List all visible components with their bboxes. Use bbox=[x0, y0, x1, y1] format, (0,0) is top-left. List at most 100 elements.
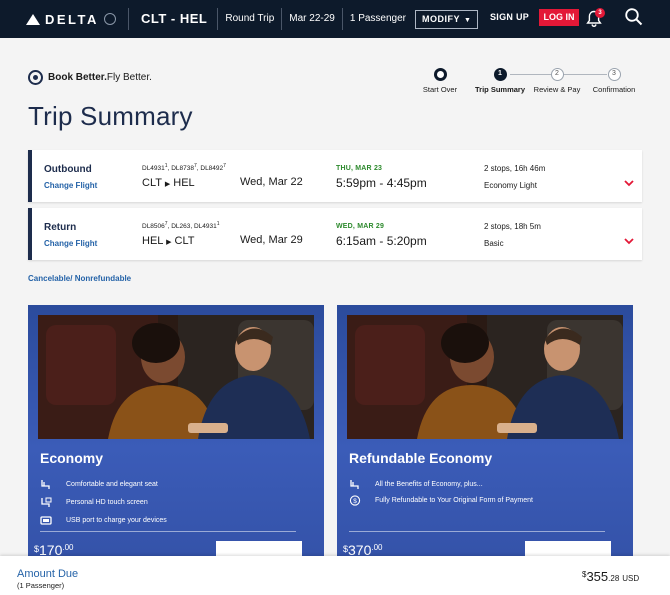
total-cents: .28 bbox=[608, 574, 620, 583]
tagline-bold: Book Better. bbox=[48, 72, 107, 83]
destination-code: HEL bbox=[173, 177, 195, 189]
flight-number: DL4931 bbox=[142, 165, 165, 173]
search-button[interactable] bbox=[624, 7, 644, 27]
fare-divider bbox=[40, 531, 296, 532]
notifications-button[interactable]: 3 bbox=[586, 8, 605, 28]
flight-numbers: DL49311, DL87387, DL84927 bbox=[142, 163, 226, 173]
flight-leg: HEL ▶ CLT bbox=[142, 235, 194, 247]
booking-progress-stepper: Start Over 1 Trip Summary 2 Review & Pay… bbox=[420, 68, 645, 100]
seat-icon bbox=[41, 497, 52, 507]
flight-number: DL8506 bbox=[142, 223, 165, 231]
seat-icon bbox=[41, 480, 50, 489]
modify-label: MODIFY bbox=[422, 13, 461, 24]
page-title: Trip Summary bbox=[28, 101, 193, 131]
departure-date: Wed, Mar 29 bbox=[240, 234, 303, 246]
flight-number-mark: 7 bbox=[223, 163, 226, 169]
price-cents: .00 bbox=[62, 543, 74, 552]
step-number: 1 bbox=[493, 68, 507, 81]
feature-text: All the Benefits of Economy, plus... bbox=[375, 481, 483, 488]
login-button[interactable]: LOG IN bbox=[539, 9, 579, 26]
photo-illustration bbox=[38, 315, 314, 439]
delta-widget-icon bbox=[26, 13, 40, 25]
cabin-class: Basic bbox=[484, 239, 504, 248]
passenger-count: 1 Passenger bbox=[341, 8, 413, 30]
passengers-photo bbox=[347, 315, 623, 439]
fare-feature: $ Fully Refundable to Your Original Form… bbox=[349, 495, 533, 506]
arrival-date: WED, MAR 29 bbox=[336, 223, 385, 230]
tagline-rest: Fly Better. bbox=[106, 72, 152, 83]
amount-due-label[interactable]: Amount Due bbox=[17, 568, 78, 580]
step-label: Confirmation bbox=[592, 85, 636, 94]
departure-date: Wed, Mar 22 bbox=[240, 176, 303, 188]
fare-divider bbox=[349, 531, 605, 532]
flight-numbers: DL85067, DL263, DL49311 bbox=[142, 221, 220, 231]
change-flight-link[interactable]: Change Flight bbox=[44, 181, 97, 190]
signup-link[interactable]: SIGN UP bbox=[490, 12, 529, 22]
skyteam-seal-icon bbox=[103, 13, 116, 25]
brand-name: DELTA bbox=[45, 11, 99, 27]
fare-card-economy: Economy Comfortable and elegant seat Per… bbox=[28, 305, 324, 565]
notification-badge: 3 bbox=[595, 8, 605, 18]
flight-direction: Return bbox=[44, 222, 77, 233]
origin-code: HEL bbox=[142, 235, 163, 247]
destination-code: CLT bbox=[174, 235, 195, 247]
top-nav-bar: DELTA CLT - HEL Round Trip Mar 22-29 1 P… bbox=[0, 0, 670, 38]
feature-text: USB port to charge your devices bbox=[66, 517, 167, 524]
feature-text: Comfortable and elegant seat bbox=[66, 481, 158, 488]
total-price: $355.28 USD bbox=[582, 569, 640, 584]
brand-tagline: Book Better. Fly Better. bbox=[28, 70, 152, 85]
seat-icon bbox=[350, 480, 359, 489]
flight-number: DL263 bbox=[171, 223, 191, 231]
delta-seal-icon bbox=[28, 70, 43, 85]
photo-illustration bbox=[347, 315, 623, 439]
flight-card-outbound: Outbound Change Flight DL49311, DL87387,… bbox=[28, 150, 642, 202]
currency: USD bbox=[622, 574, 640, 583]
flight-leg: CLT ▶ HEL bbox=[142, 177, 195, 189]
flight-number-mark: 1 bbox=[216, 221, 220, 227]
flight-number: DL8492 bbox=[200, 165, 224, 173]
step-confirmation: 3 Confirmation bbox=[579, 68, 649, 94]
flight-number-mark: 7 bbox=[164, 221, 168, 227]
arrival-date: THU, MAR 23 bbox=[336, 165, 383, 172]
usb-icon bbox=[40, 516, 52, 525]
flight-times: 5:59pm - 4:45pm bbox=[336, 176, 427, 190]
search-icon bbox=[625, 8, 643, 26]
origin-code: CLT bbox=[142, 177, 162, 189]
trip-route: CLT - HEL bbox=[128, 8, 217, 30]
fare-name: Refundable Economy bbox=[349, 450, 493, 466]
fare-feature: USB port to charge your devices bbox=[40, 515, 167, 526]
chevron-down-icon: ▼ bbox=[464, 16, 472, 24]
fare-feature: All the Benefits of Economy, plus... bbox=[349, 479, 483, 490]
chevron-down-icon[interactable] bbox=[624, 178, 634, 188]
fare-feature: Comfortable and elegant seat bbox=[40, 479, 158, 490]
fare-rules-link[interactable]: Cancelable/ Nonrefundable bbox=[28, 274, 131, 283]
chevron-down-icon[interactable] bbox=[624, 236, 634, 246]
fare-card-refundable-economy: Refundable Economy All the Benefits of E… bbox=[337, 305, 633, 565]
total-dollars: 355 bbox=[586, 569, 609, 584]
delta-logo[interactable]: DELTA bbox=[26, 0, 128, 38]
modify-search-button[interactable]: MODIFY ▼ bbox=[415, 9, 479, 29]
start-over-icon bbox=[433, 68, 447, 81]
svg-text:$: $ bbox=[353, 498, 357, 505]
feature-text: Fully Refundable to Your Original Form o… bbox=[375, 497, 533, 504]
step-label: Trip Summary bbox=[474, 85, 526, 94]
trip-type: Round Trip bbox=[217, 8, 281, 30]
step-label: Review & Pay bbox=[533, 85, 581, 94]
flight-times: 6:15am - 5:20pm bbox=[336, 234, 427, 248]
flight-number: DL8738 bbox=[171, 165, 194, 173]
flight-number: DL4931 bbox=[193, 223, 217, 231]
step-number: 2 bbox=[550, 68, 564, 81]
fare-feature: Personal HD touch screen bbox=[40, 497, 148, 508]
change-flight-link[interactable]: Change Flight bbox=[44, 239, 97, 248]
step-number: 3 bbox=[607, 68, 621, 81]
flight-direction: Outbound bbox=[44, 164, 92, 175]
arrow-right-icon: ▶ bbox=[164, 181, 171, 188]
passengers-photo bbox=[38, 315, 314, 439]
flight-number-mark: 1 bbox=[164, 163, 168, 169]
trip-dates: Mar 22-29 bbox=[281, 8, 342, 30]
cabin-class: Economy Light bbox=[484, 181, 537, 190]
stops-duration: 2 stops, 18h 5m bbox=[484, 222, 541, 231]
flight-card-return: Return Change Flight DL85067, DL263, DL4… bbox=[28, 208, 642, 260]
dollar-icon: $ bbox=[349, 495, 361, 506]
stops-duration: 2 stops, 16h 46m bbox=[484, 164, 546, 173]
